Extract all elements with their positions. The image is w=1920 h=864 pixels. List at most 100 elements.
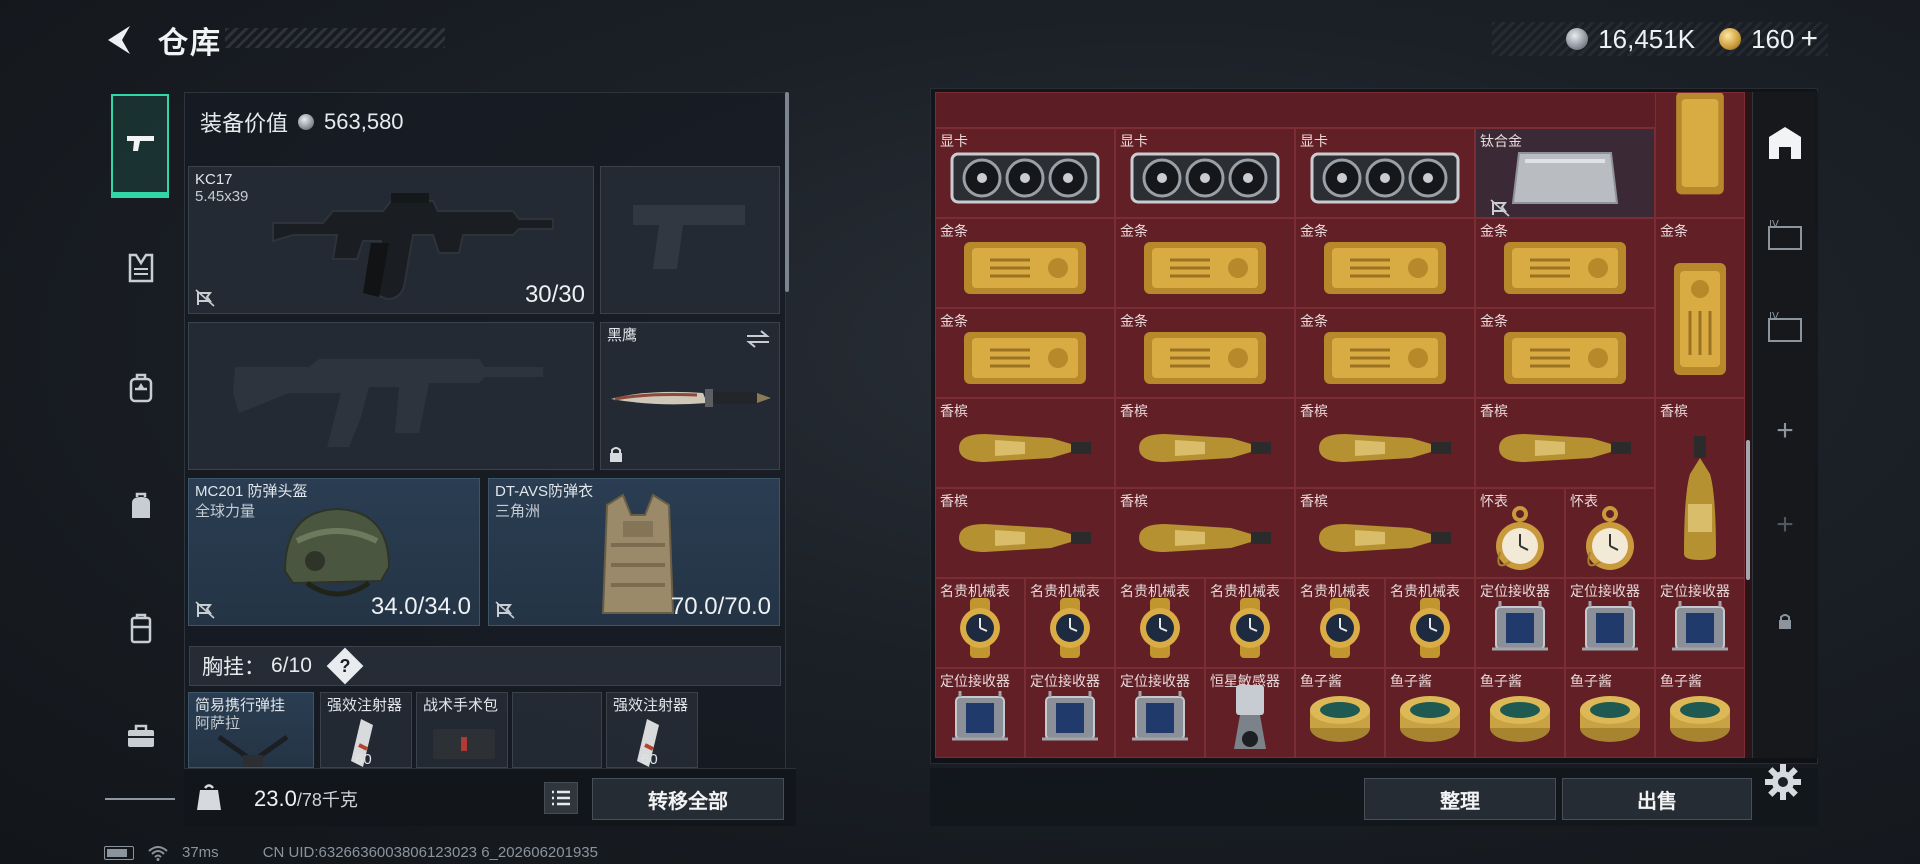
storage-item-champagne[interactable]: 香槟 — [1475, 398, 1655, 488]
armor-durability: 70.0/70.0 — [670, 593, 771, 620]
storage-item-champagne[interactable]: 香槟 — [935, 398, 1115, 488]
storage-tab-case-2[interactable]: IV — [1758, 300, 1812, 354]
rail-tab-case[interactable] — [113, 600, 169, 656]
equipment-scrollbar[interactable] — [785, 92, 789, 292]
rig-carrier-icon — [217, 734, 289, 767]
storage-item-wrist-watch[interactable]: 名贵机械表 — [935, 578, 1025, 668]
storage-item-gold-bar[interactable]: 金条 — [935, 308, 1115, 398]
storage-item-wrist-watch[interactable]: 名贵机械表 — [1385, 578, 1475, 668]
lock-icon — [1779, 614, 1791, 629]
helmet-name: MC201 防弹头盔 — [195, 483, 308, 500]
storage-item-gpu[interactable]: 显卡 — [1115, 128, 1295, 218]
storage-item-receiver[interactable]: 定位接收器 — [1115, 668, 1205, 758]
storage-item-champagne-vertical[interactable]: 香槟 — [1655, 398, 1745, 578]
storage-item-star-sensor[interactable]: 恒星敏感器 — [1205, 668, 1295, 758]
storage-item-receiver[interactable]: 定位接收器 — [1655, 578, 1745, 668]
smg-icon — [272, 193, 554, 301]
melee-slot[interactable]: 黑鹰 — [600, 322, 780, 470]
rig-item[interactable]: 简易携行弹挂 阿萨拉 — [188, 692, 314, 768]
storage-item-caviar[interactable]: 鱼子酱 — [1655, 668, 1745, 758]
storage-item-name: 定位接收器 — [940, 673, 1010, 689]
storage-item-gold-bar[interactable]: 金条 — [935, 218, 1115, 308]
storage-item-name: 鱼子酱 — [1480, 673, 1522, 689]
rail-tab-toolbox[interactable] — [113, 708, 169, 764]
storage-item-name: 香槟 — [1300, 403, 1328, 419]
rig-item[interactable]: 强效注射器 60 — [320, 692, 412, 768]
rig-item-empty[interactable] — [512, 692, 602, 768]
storage-item-name: 香槟 — [1120, 493, 1148, 509]
rig-item[interactable]: 战术手术包 — [416, 692, 508, 768]
back-button[interactable] — [100, 20, 140, 60]
add-gold-button[interactable]: + — [1800, 22, 1818, 56]
storage-item-caviar[interactable]: 鱼子酱 — [1475, 668, 1565, 758]
storage-item-gold-bar[interactable]: 金条 — [1115, 308, 1295, 398]
weight-display: 23.0/78千克 — [254, 786, 358, 812]
storage-item-champagne[interactable]: 香槟 — [935, 488, 1115, 578]
storage-item-name: 定位接收器 — [1030, 673, 1100, 689]
storage-item-gold-bar[interactable]: 金条 — [1115, 218, 1295, 308]
storage-item-caviar[interactable]: 鱼子酱 — [1385, 668, 1475, 758]
storage-item-pocket-watch[interactable]: 怀表 — [1475, 488, 1565, 578]
help-button[interactable]: ? — [326, 647, 364, 685]
ping-display: 37ms — [182, 844, 219, 861]
storage-item-receiver[interactable]: 定位接收器 — [1025, 668, 1115, 758]
storage-item-name: 香槟 — [1660, 403, 1688, 419]
equipment-value-label: 装备价值 — [200, 111, 289, 136]
lock-icon — [610, 447, 622, 462]
rail-tab-vest[interactable] — [113, 240, 169, 296]
storage-item-champagne[interactable]: 香槟 — [1115, 488, 1295, 578]
storage-item-gpu[interactable]: 显卡 — [1295, 128, 1475, 218]
add-storage-tab-button[interactable]: + — [1758, 404, 1812, 458]
storage-item-wrist-watch[interactable]: 名贵机械表 — [1115, 578, 1205, 668]
storage-item-champagne[interactable]: 香槟 — [1295, 398, 1475, 488]
transfer-all-button[interactable]: 转移全部 — [592, 778, 784, 820]
sort-button[interactable]: 整理 — [1364, 778, 1556, 820]
add-storage-tab-button-disabled[interactable]: + — [1758, 498, 1812, 552]
storage-item-gold-bar[interactable]: 金条 — [1475, 308, 1655, 398]
storage-item-gold-bar[interactable]: 金条 — [1295, 308, 1475, 398]
storage-item-receiver[interactable]: 定位接收器 — [1475, 578, 1565, 668]
pistol-slot[interactable] — [600, 166, 780, 314]
storage-tab-case-1[interactable]: IV — [1758, 208, 1812, 262]
storage-item-gold-bar[interactable]: 金条 — [1295, 218, 1475, 308]
storage-item-caviar[interactable]: 鱼子酱 — [1565, 668, 1655, 758]
storage-item-receiver[interactable]: 定位接收器 — [935, 668, 1025, 758]
rail-tab-bag[interactable] — [113, 478, 169, 534]
storage-item-gold-bar[interactable]: 金条 — [1475, 218, 1655, 308]
storage-item-gold-bar-vertical[interactable]: 金条 — [1655, 218, 1745, 398]
warehouse-icon — [1769, 127, 1801, 159]
secondary-weapon-slot[interactable] — [188, 322, 594, 470]
case-tab-icon: IV — [1768, 311, 1802, 342]
storage-item-titanium[interactable]: 钛合金 — [1475, 128, 1655, 218]
storage-item-wrist-watch[interactable]: 名贵机械表 — [1205, 578, 1295, 668]
storage-item-name: 香槟 — [1480, 403, 1508, 419]
rig-item-count: 60 — [355, 751, 372, 768]
storage-item-name: 鱼子酱 — [1390, 673, 1432, 689]
helmet-slot[interactable]: MC201 防弹头盔 全球力量 34.0/34.0 — [188, 478, 480, 626]
storage-item-wrist-watch[interactable]: 名贵机械表 — [1295, 578, 1385, 668]
storage-scrollbar[interactable] — [1746, 440, 1750, 580]
armor-slot[interactable]: DT-AVS防弹衣 三角洲 70.0/70.0 — [488, 478, 780, 626]
storage-tab-locked[interactable] — [1758, 594, 1812, 648]
rail-tab-weapons[interactable] — [113, 116, 169, 172]
primary-weapon-slot[interactable]: KC17 5.45x39 30/30 — [188, 166, 594, 314]
storage-item-receiver[interactable]: 定位接收器 — [1565, 578, 1655, 668]
storage-item-cutoff[interactable] — [1655, 92, 1745, 218]
rig-item[interactable]: 强效注射器 60 — [606, 692, 698, 768]
tab-tier-label: IV — [1769, 219, 1779, 230]
storage-item-caviar[interactable]: 鱼子酱 — [1295, 668, 1385, 758]
list-view-button[interactable] — [544, 782, 578, 814]
storage-item-champagne[interactable]: 香槟 — [1295, 488, 1475, 578]
storage-item-wrist-watch[interactable]: 名贵机械表 — [1025, 578, 1115, 668]
equipment-value: 装备价值 563,580 — [200, 106, 404, 138]
sell-button[interactable]: 出售 — [1562, 778, 1752, 820]
rail-tab-backpack[interactable] — [113, 360, 169, 416]
storage-tab-main[interactable] — [1758, 116, 1812, 170]
storage-item-gpu[interactable]: 显卡 — [935, 128, 1115, 218]
storage-item-champagne[interactable]: 香槟 — [1115, 398, 1295, 488]
settings-gear-icon[interactable] — [1763, 762, 1803, 802]
storage-item-pocket-watch[interactable]: 怀表 — [1565, 488, 1655, 578]
swap-icon[interactable] — [745, 329, 771, 349]
list-icon — [552, 790, 570, 806]
help-glyph: ? — [339, 655, 351, 676]
